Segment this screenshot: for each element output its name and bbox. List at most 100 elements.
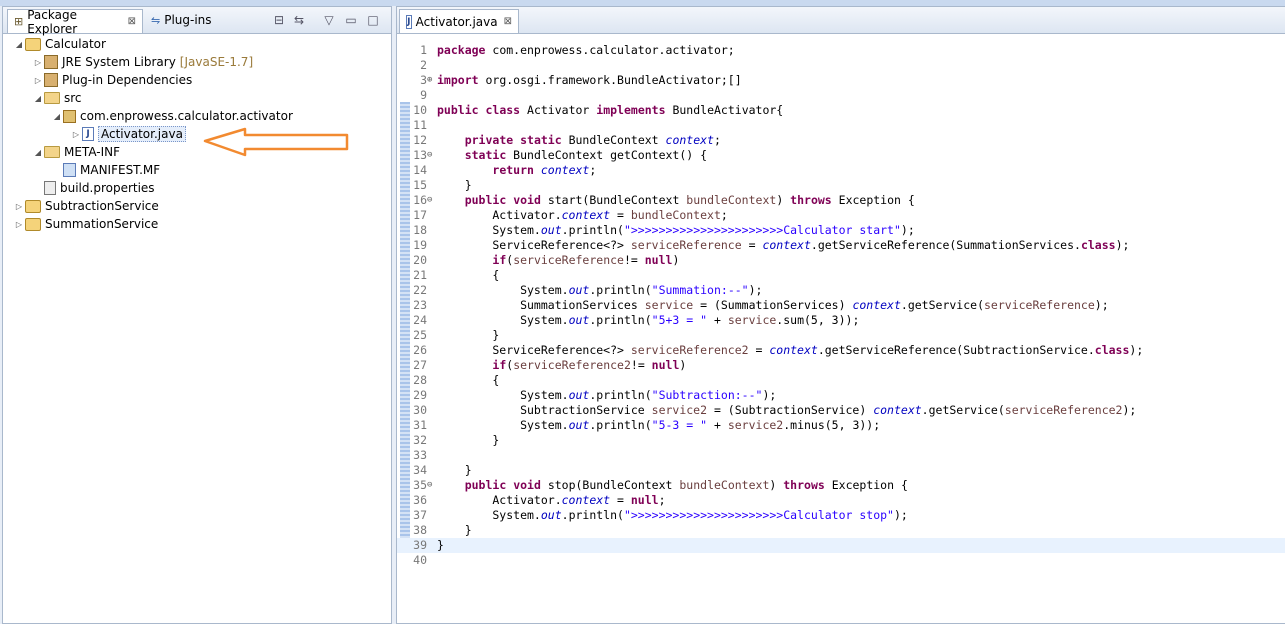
close-icon[interactable]: ⊠ (128, 16, 136, 27)
code-area[interactable]: 1 package com.enprowess.calculator.activa… (397, 35, 1285, 623)
tree-item[interactable]: ▷ Plug-in Dependencies (32, 71, 192, 89)
expand-arrow-icon[interactable]: ◢ (13, 40, 25, 49)
tree-item[interactable]: ◢ Calculator (13, 35, 106, 53)
code-line[interactable]: 21 { (397, 268, 1285, 283)
code-line[interactable]: 34 } (397, 463, 1285, 478)
code-line[interactable]: 39} (397, 538, 1285, 553)
code-line[interactable]: 10 public class Activator implements Bund… (397, 103, 1285, 118)
tree-item[interactable]: ▷ JRE System Library [JavaSE-1.7] (32, 53, 253, 71)
line-number: 36 (413, 493, 427, 507)
code-text: } (437, 328, 500, 342)
line-number: 3 (420, 73, 427, 87)
code-text: } (437, 523, 472, 537)
line-number: 22 (413, 283, 427, 297)
code-line[interactable]: 31 System.out.println("5-3 = " + service… (397, 418, 1285, 433)
project-icon (25, 37, 41, 51)
code-text: ServiceReference<?> serviceReference = c… (437, 238, 1130, 252)
code-line[interactable]: 36 Activator.context = null; (397, 493, 1285, 508)
line-number: 37 (413, 508, 427, 522)
view-menu-icon[interactable]: ▽ (321, 12, 337, 28)
tree-item-label: MANIFEST.MF (80, 163, 161, 177)
code-line[interactable]: 17 Activator.context = bundleContext; (397, 208, 1285, 223)
line-number: 10 (413, 103, 427, 117)
code-line[interactable]: 20 if(serviceReference!= null) (397, 253, 1285, 268)
code-line[interactable]: 2 (397, 58, 1285, 73)
code-line[interactable]: 1 package com.enprowess.calculator.activa… (397, 43, 1285, 58)
code-line[interactable]: 28 { (397, 373, 1285, 388)
code-line[interactable]: 14 return context; (397, 163, 1285, 178)
code-text: Activator.context = null; (437, 493, 666, 507)
code-line[interactable]: 38 } (397, 523, 1285, 538)
code-text: public class Activator implements Bundle… (437, 103, 784, 117)
line-number: 25 (413, 328, 427, 342)
expand-arrow-icon[interactable]: ▷ (32, 76, 44, 85)
expand-fold-icon[interactable]: ⊕ (427, 73, 437, 88)
tree-item[interactable]: ▷ SubtractionService (13, 197, 159, 215)
tree-item-label: com.enprowess.calculator.activator (80, 109, 293, 123)
project-icon (25, 217, 41, 231)
tab-plug-ins[interactable]: ⇋ Plug-ins (145, 9, 235, 31)
code-line[interactable]: 13 ⊖ static BundleContext getContext() { (397, 148, 1285, 163)
expand-arrow-icon[interactable]: ▷ (70, 130, 82, 139)
line-number: 26 (413, 343, 427, 357)
code-line[interactable]: 12 private static BundleContext context; (397, 133, 1285, 148)
code-line[interactable]: 25 } (397, 328, 1285, 343)
code-text: System.out.println(">>>>>>>>>>>>>>>>>>>>… (437, 508, 908, 522)
tree-item[interactable]: ◢ META-INF (32, 143, 120, 161)
code-line[interactable]: 24 System.out.println("5+3 = " + service… (397, 313, 1285, 328)
collapse-fold-icon[interactable]: ⊖ (427, 148, 437, 163)
tab-package-explorer[interactable]: ⊞ Package Explorer ⊠ (7, 7, 143, 36)
code-line[interactable]: 32 } (397, 433, 1285, 448)
code-line[interactable]: 33 (397, 448, 1285, 463)
java-file-icon: J (406, 14, 412, 29)
code-line[interactable]: 35 ⊖ public void stop(BundleContext bundl… (397, 478, 1285, 493)
expand-arrow-icon[interactable]: ◢ (32, 148, 44, 157)
tree-item-label: SummationService (45, 217, 159, 231)
tree-item[interactable]: ▷ J Activator.java (70, 125, 186, 143)
close-icon[interactable]: ⊠ (504, 16, 512, 27)
expand-arrow-icon[interactable]: ◢ (32, 94, 44, 103)
code-line[interactable]: 16 ⊖ public void start(BundleContext bund… (397, 193, 1285, 208)
collapse-fold-icon[interactable]: ⊖ (427, 193, 437, 208)
expand-arrow-icon[interactable]: ▷ (13, 220, 25, 229)
tree-item[interactable]: ◢ src (32, 89, 82, 107)
code-line[interactable]: 11 (397, 118, 1285, 133)
link-with-editor-icon[interactable]: ⇆ (291, 12, 307, 28)
line-number: 24 (413, 313, 427, 327)
code-text: } (437, 433, 500, 447)
expand-arrow-icon[interactable]: ▷ (32, 58, 44, 67)
tree-item[interactable]: MANIFEST.MF (51, 161, 160, 179)
code-line[interactable]: 27 if(serviceReference2!= null) (397, 358, 1285, 373)
tree-item[interactable]: build.properties (32, 179, 155, 197)
tree-item[interactable]: ◢ com.enprowess.calculator.activator (51, 107, 293, 125)
project-icon (25, 199, 41, 213)
code-line[interactable]: 22 System.out.println("Summation:--"); (397, 283, 1285, 298)
code-line[interactable]: 19 ServiceReference<?> serviceReference … (397, 238, 1285, 253)
maximize-icon[interactable]: □ (365, 12, 381, 28)
code-line[interactable]: 29 System.out.println("Subtraction:--"); (397, 388, 1285, 403)
line-number: 11 (413, 118, 427, 132)
code-line[interactable]: 37 System.out.println(">>>>>>>>>>>>>>>>>… (397, 508, 1285, 523)
tree-item[interactable]: ▷ SummationService (13, 215, 158, 233)
minimize-icon[interactable]: ▭ (343, 12, 359, 28)
tab-activator-java[interactable]: J Activator.java ⊠ (399, 9, 519, 33)
code-text: private static BundleContext context; (464, 133, 721, 147)
code-line[interactable]: 23 SummationServices service = (Summatio… (397, 298, 1285, 313)
code-text: package com.enprowess.calculator.activat… (437, 43, 735, 57)
expand-arrow-icon[interactable]: ▷ (13, 202, 25, 211)
code-line[interactable]: 9 (397, 88, 1285, 103)
expand-arrow-icon[interactable]: ◢ (51, 112, 63, 121)
code-line[interactable]: 26 ServiceReference<?> serviceReference2… (397, 343, 1285, 358)
code-line[interactable]: 40 (397, 553, 1285, 568)
code-line[interactable]: 15 } (397, 178, 1285, 193)
collapse-all-icon[interactable]: ⊟ (271, 12, 287, 28)
tree-item-label: src (64, 91, 82, 105)
tab-label: Package Explorer (27, 7, 78, 36)
code-line[interactable]: 18 System.out.println(">>>>>>>>>>>>>>>>>… (397, 223, 1285, 238)
code-text: public void start(BundleContext bundleCo… (464, 193, 915, 207)
code-line[interactable]: 3 ⊕ import org.osgi.framework.BundleActiva… (397, 73, 1285, 88)
code-text: ServiceReference<?> serviceReference2 = … (437, 343, 1144, 357)
code-line[interactable]: 30 SubtractionService service2 = (Subtra… (397, 403, 1285, 418)
explorer-tab-bar: ⊞ Package Explorer ⊠ ⇋ Plug-ins ⊟ ⇆ ▽ ▭ … (3, 7, 391, 36)
collapse-fold-icon[interactable]: ⊖ (427, 478, 437, 493)
